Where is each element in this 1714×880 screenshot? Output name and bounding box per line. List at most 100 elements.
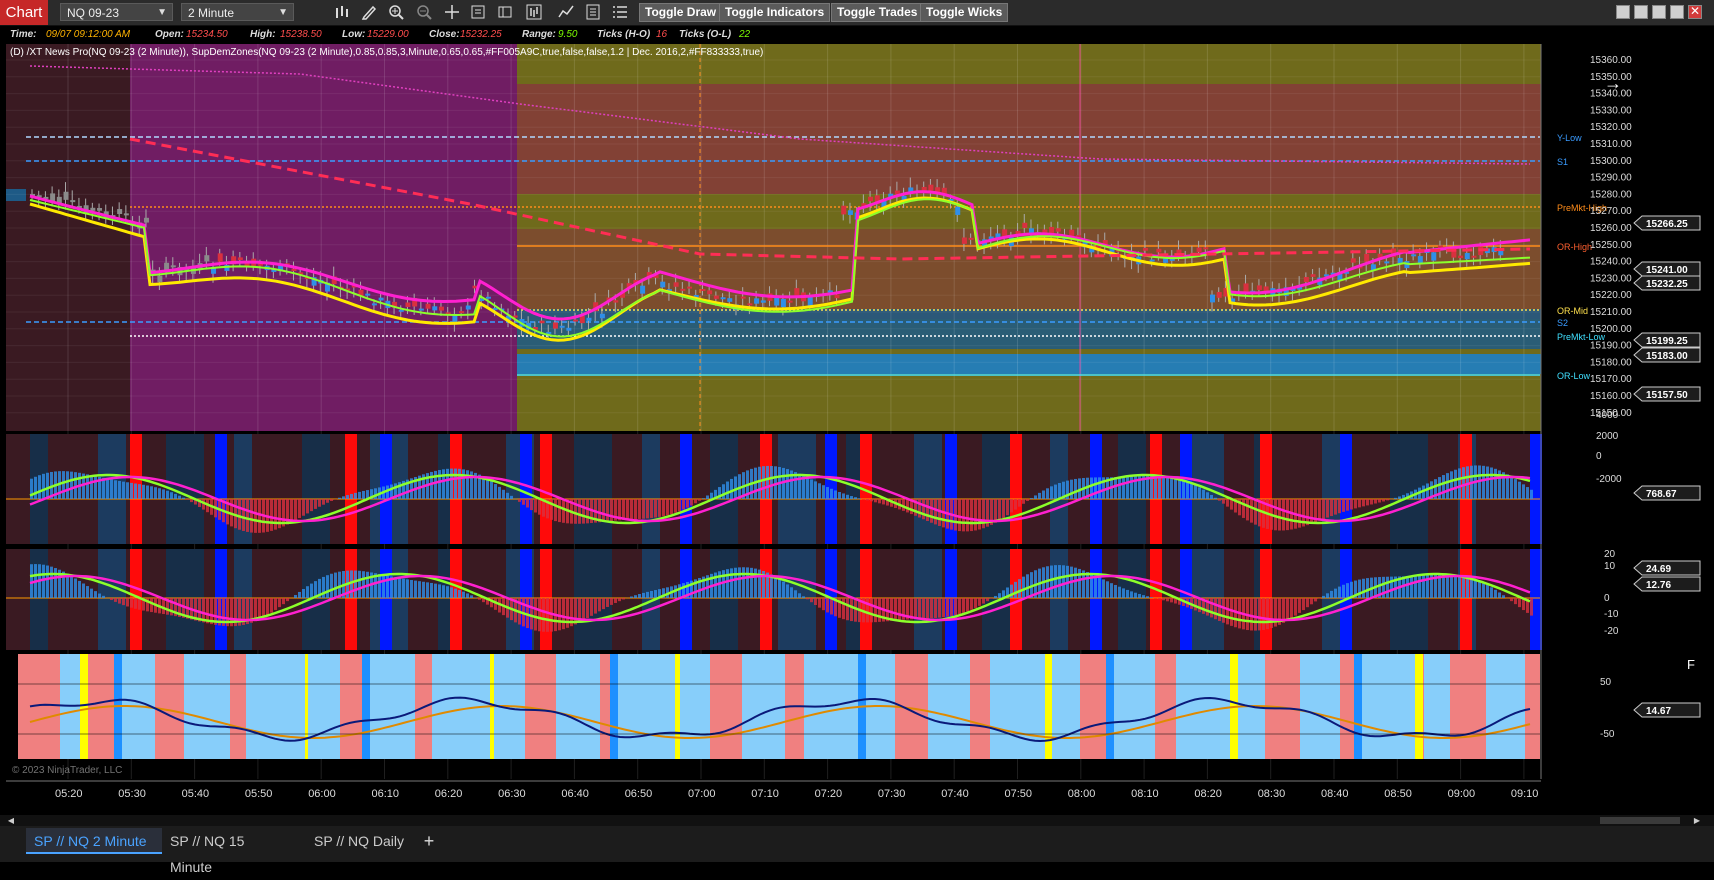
strategy-icon[interactable] <box>558 4 574 20</box>
zone-block <box>184 654 230 759</box>
scroll-right-icon[interactable]: ▶ <box>1692 815 1702 826</box>
chart-canvas[interactable]: Y-LowS1PreMkt-HighOR-HighOR-MidS2PreMkt-… <box>0 44 1714 815</box>
histogram-bar <box>522 499 525 505</box>
toggle-trades-button[interactable]: Toggle Trades <box>831 3 923 22</box>
histogram-bar <box>1270 598 1273 628</box>
histogram-bar <box>462 469 465 499</box>
scroll-left-icon[interactable]: ◀ <box>6 815 16 826</box>
histogram-bar <box>242 499 245 531</box>
histogram-bar <box>1050 566 1053 598</box>
histogram-bar <box>1482 583 1485 598</box>
histogram-bar <box>994 499 997 523</box>
price-tick-label: 15310.00 <box>1590 139 1632 150</box>
close-label: Close: <box>429 26 460 44</box>
histogram-bar <box>822 485 825 499</box>
histogram-bar <box>1318 598 1321 599</box>
price-tick-label: 15160.00 <box>1590 391 1632 402</box>
zone-block <box>1300 654 1340 759</box>
toggle-wicks-button[interactable]: Toggle Wicks <box>920 3 1008 22</box>
histogram-bar <box>454 469 457 499</box>
price-badge: 15232.25 <box>1634 276 1700 290</box>
tab-nq-2-minute[interactable]: SP // NQ 2 Minute <box>26 828 162 854</box>
maximize-button[interactable] <box>1670 5 1684 19</box>
histogram-bar <box>442 585 445 598</box>
histogram-bar <box>1462 467 1465 499</box>
horizontal-scrollbar[interactable]: ◀ ▶ <box>0 815 1714 826</box>
histogram-bar <box>1330 591 1333 598</box>
candle-body <box>808 297 813 306</box>
toggle-indicators-button[interactable]: Toggle Indicators <box>719 3 830 22</box>
histogram-bar <box>246 499 249 532</box>
histogram-bar <box>1030 498 1033 499</box>
data-box-icon[interactable] <box>470 4 486 20</box>
histogram-bar <box>78 581 81 598</box>
histogram-bar <box>1154 476 1157 499</box>
toggle-draw-button[interactable]: Toggle Draw <box>639 3 722 22</box>
histogram-bar <box>1510 598 1513 601</box>
instrument-selector[interactable]: NQ 09-23 ▼ <box>60 3 173 21</box>
histogram-bar <box>254 499 257 533</box>
histogram-bar <box>42 474 45 499</box>
tab-nq-15-minute[interactable]: SP // NQ 15 Minute <box>162 828 298 854</box>
histogram-bar <box>426 582 429 598</box>
price-tick-label: 15200.00 <box>1590 324 1632 335</box>
histogram-bar <box>694 499 697 503</box>
histogram-bar <box>186 499 189 500</box>
window-restore-icon[interactable] <box>1634 5 1648 19</box>
candle-body <box>741 297 746 299</box>
interval-selector[interactable]: 2 Minute ▼ <box>181 3 294 21</box>
zone-block <box>990 654 1045 759</box>
panels-icon[interactable] <box>497 4 513 20</box>
histogram-bar <box>814 481 817 499</box>
histogram-bar <box>1314 598 1317 601</box>
properties-icon[interactable] <box>585 4 601 20</box>
histogram-bar <box>634 595 637 598</box>
high-value: 15238.50 <box>280 26 322 44</box>
bar-type-icon[interactable] <box>334 4 350 20</box>
histogram-bar <box>162 489 165 499</box>
histogram-bar <box>1210 598 1213 617</box>
histogram-bar <box>974 499 977 530</box>
candle-body <box>486 297 491 299</box>
zoom-out-icon[interactable] <box>416 4 432 20</box>
close-button[interactable]: ✕ <box>1688 5 1702 19</box>
histogram-bar <box>358 492 361 499</box>
zone-block <box>1424 654 1450 759</box>
histogram-bar <box>290 499 293 522</box>
chart-style-icon[interactable] <box>526 4 542 20</box>
histogram-bar <box>810 479 813 499</box>
window-tile-icon[interactable] <box>1616 5 1630 19</box>
histogram-bar <box>806 477 809 499</box>
crosshair-icon[interactable] <box>444 4 460 20</box>
histogram-bar <box>754 569 757 598</box>
histogram-bar <box>1350 499 1353 509</box>
histogram-bar <box>1166 598 1169 601</box>
histogram-bar <box>1022 499 1025 504</box>
minimize-button[interactable] <box>1652 5 1666 19</box>
add-tab-button[interactable]: + <box>418 830 440 852</box>
histogram-bar <box>178 496 181 499</box>
histogram-bar <box>602 598 605 609</box>
histogram-bar <box>298 592 301 598</box>
histogram-bar <box>1342 499 1345 512</box>
histogram-bar <box>98 594 101 598</box>
histogram-bar <box>874 598 877 622</box>
histogram-bar <box>34 477 37 499</box>
histogram-bar <box>1214 498 1217 499</box>
histogram-bar <box>70 472 73 499</box>
histogram-bar <box>1062 565 1065 598</box>
scrollbar-thumb[interactable] <box>1600 817 1680 824</box>
badge-label: 768.67 <box>1646 489 1677 500</box>
histogram-bar <box>1242 499 1245 518</box>
histogram-bar <box>1198 487 1201 499</box>
list-icon[interactable] <box>612 4 628 20</box>
histogram-bar <box>322 499 325 505</box>
histogram-bar <box>582 499 585 524</box>
pencil-icon[interactable] <box>361 4 377 20</box>
tab-nq-daily[interactable]: SP // NQ Daily <box>306 828 416 854</box>
zoom-in-icon[interactable] <box>388 4 404 20</box>
histogram-bar <box>94 476 97 499</box>
histogram-bar <box>1362 579 1365 598</box>
histogram-bar <box>538 499 541 515</box>
candle-body <box>721 297 726 299</box>
